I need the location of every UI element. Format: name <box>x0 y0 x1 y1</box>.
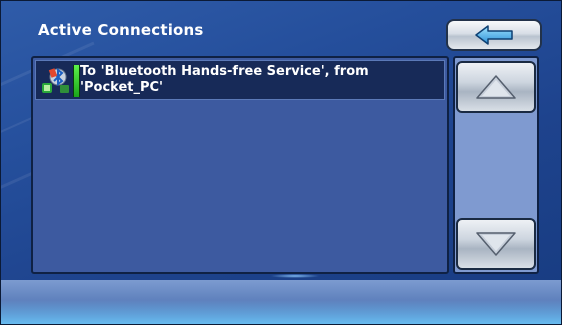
screen: Active Connections To 'Bluetooth Hands-f… <box>0 0 562 325</box>
bluetooth-connection-icon <box>42 68 69 93</box>
connections-list[interactable]: To 'Bluetooth Hands-free Service', from … <box>31 56 449 274</box>
connection-label: To 'Bluetooth Hands-free Service', from … <box>80 64 440 96</box>
footer-glow <box>0 300 562 325</box>
connection-line-2: 'Pocket_PC' <box>80 80 164 95</box>
back-arrow-icon <box>475 25 513 45</box>
page-title: Active Connections <box>38 21 204 39</box>
scroll-up-button[interactable] <box>456 61 536 113</box>
divider-glow <box>270 274 320 278</box>
triangle-up-icon <box>476 75 516 99</box>
triangle-down-icon <box>476 232 516 256</box>
back-button[interactable] <box>446 19 542 51</box>
header: Active Connections <box>8 10 554 51</box>
list-item[interactable]: To 'Bluetooth Hands-free Service', from … <box>35 60 445 100</box>
scroll-down-button[interactable] <box>456 218 536 270</box>
connection-line-1: To 'Bluetooth Hands-free Service', from <box>80 64 369 79</box>
connection-status-bar <box>73 65 80 97</box>
